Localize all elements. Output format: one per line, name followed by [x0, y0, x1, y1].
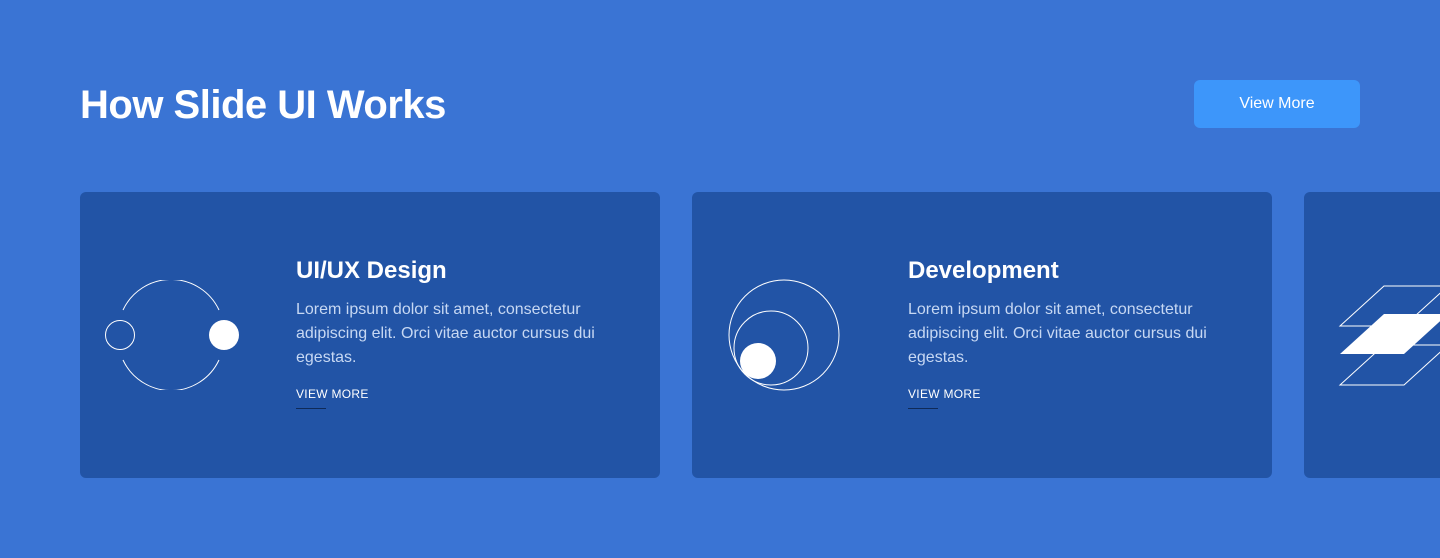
- card-content: UI/UX Design Lorem ipsum dolor sit amet,…: [296, 256, 636, 409]
- service-card-ui-ux: UI/UX Design Lorem ipsum dolor sit amet,…: [80, 192, 660, 478]
- card-view-more-label: VIEW MORE: [908, 387, 981, 401]
- card-title: UI/UX Design: [296, 257, 447, 284]
- card-view-more-link[interactable]: VIEW MORE: [908, 386, 981, 409]
- link-underline: [908, 408, 938, 409]
- how-it-works-section: How Slide UI Works View More UI/UX Desig…: [0, 0, 1440, 558]
- card-description: Lorem ipsum dolor sit amet, consectetur …: [296, 301, 595, 366]
- view-more-button[interactable]: View More: [1194, 80, 1360, 128]
- card-description: Lorem ipsum dolor sit amet, consectetur …: [908, 301, 1207, 366]
- card-view-more-link[interactable]: VIEW MORE: [296, 386, 369, 409]
- nested-circles-icon: [728, 279, 840, 391]
- link-underline: [296, 408, 326, 409]
- circles-orbit-icon: [105, 280, 239, 390]
- card-view-more-label: VIEW MORE: [296, 387, 369, 401]
- service-card-development: Development Lorem ipsum dolor sit amet, …: [692, 192, 1272, 478]
- card-title: Development: [908, 257, 1059, 284]
- card-content: Development Lorem ipsum dolor sit amet, …: [908, 256, 1248, 409]
- layers-stack-icon: [1338, 285, 1440, 386]
- section-title: How Slide UI Works: [80, 83, 446, 127]
- service-card-partial: [1304, 192, 1440, 478]
